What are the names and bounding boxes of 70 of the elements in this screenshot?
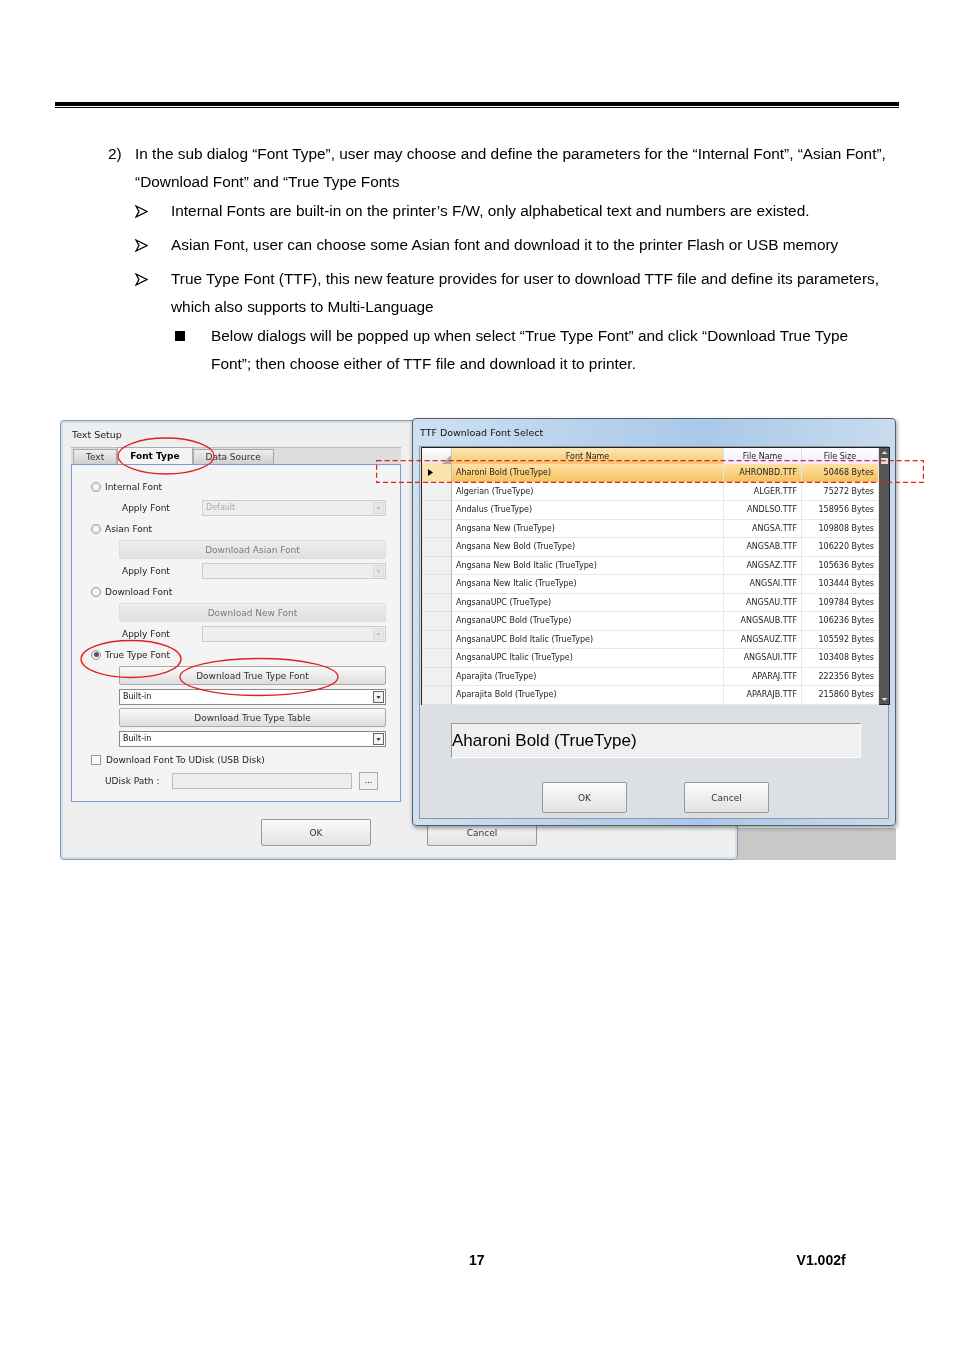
radio-label: True Type Font: [105, 649, 171, 660]
table-cell: AngsanaUPC Italic (TrueType): [452, 649, 724, 668]
dialog-button[interactable]: OK: [261, 819, 371, 846]
table-cell: 106236 Bytes: [802, 612, 879, 631]
bullet-text: True Type Font (TTF), this new feature provides for user to download TTF file and define its parameters, which also supports to Multi-Language: [171, 269, 880, 317]
row-header[interactable]: [422, 464, 452, 483]
arrow-bullet-icon: [135, 273, 148, 286]
field-label: UDisk Path :: [105, 775, 160, 786]
paragraph: In the sub dialog “Font Type”, user may choose and define the parameters for the “Internal Font”, “Asian Font”, “Download Font” and “True Type Fonts: [135, 144, 887, 192]
column-header[interactable]: File Size: [802, 448, 879, 464]
scroll-down-icon[interactable]: [880, 698, 888, 702]
table-cell: 106220 Bytes: [802, 538, 879, 557]
radio-label: Asian Font: [105, 523, 153, 534]
page-number: 17: [469, 1252, 485, 1268]
column-header[interactable]: Font Name: [452, 448, 724, 464]
column-header[interactable]: File Name: [724, 448, 802, 464]
download-button[interactable]: Download True Type Table: [119, 708, 386, 727]
table-cell: Angsana New Italic (TrueType): [452, 575, 724, 594]
dialog-button[interactable]: OK: [542, 782, 627, 813]
corner-triangle-icon: [442, 455, 451, 464]
bullet-text: Below dialogs will be popped up when select “True Type Font” and click “Download True Type Font”; then choose either of TTF file and download it to printer.: [211, 326, 850, 374]
arrow-bullet-icon: [135, 239, 148, 252]
table-cell: ANGSAB.TTF: [724, 538, 802, 557]
table-cell: ANDLSO.TTF: [724, 501, 802, 520]
table-cell: Aharoni Bold (TrueType): [452, 464, 724, 483]
radio-label: Internal Font: [105, 481, 163, 492]
table-cell: 158956 Bytes: [802, 501, 879, 520]
square-bullet-icon: [175, 331, 185, 341]
table-cell: Aparajita Bold (TrueType): [452, 686, 724, 705]
table-cell: 50468 Bytes: [802, 464, 879, 483]
table-cell: AngsanaUPC Bold (TrueType): [452, 612, 724, 631]
bullet-text: Internal Fonts are built-in on the printer’s F/W, only alphabetical text and numbers are existed.: [171, 201, 811, 221]
radio-label: Download Font: [105, 586, 173, 597]
selected-font-field[interactable]: Aharoni Bold (TrueType): [451, 723, 861, 758]
tab[interactable]: Text: [73, 449, 118, 464]
tab[interactable]: Font Type: [117, 447, 193, 464]
table-cell: 215860 Bytes: [802, 686, 879, 705]
current-row-icon: [428, 469, 433, 477]
table-cell: AHRONBD.TTF: [724, 464, 802, 483]
arrow-bullet-icon: [135, 205, 148, 218]
field-label: Apply Font: [122, 628, 170, 639]
window-title: TTF Download Font Select: [419, 426, 545, 440]
path-field[interactable]: [172, 772, 352, 789]
table-cell: Angsana New Bold (TrueType): [452, 538, 724, 557]
table-cell: APARAJB.TTF: [724, 686, 802, 705]
dialog-button[interactable]: Cancel: [684, 782, 769, 813]
bullet-text: Asian Font, user can choose some Asian font and download it to the printer Flash or USB memory: [171, 235, 840, 255]
table-cell: 103444 Bytes: [802, 575, 879, 594]
field-label: Apply Font: [122, 502, 170, 513]
window-title: Text Setup: [71, 427, 122, 442]
radio-button[interactable]: [91, 523, 101, 534]
radio-button[interactable]: [91, 649, 101, 660]
field-label: Apply Font: [122, 565, 170, 576]
radio-button[interactable]: [91, 586, 101, 597]
table-cell: ANGSAUI.TTF: [724, 649, 802, 668]
browse-button[interactable]: ...: [359, 771, 378, 790]
table-cell: ANGSAI.TTF: [724, 575, 802, 594]
version-label: V1.002f: [796, 1252, 846, 1268]
list-number: 2): [108, 144, 123, 164]
checkbox-label: Download Font To UDisk (USB Disk): [106, 754, 265, 765]
scroll-up-icon[interactable]: [880, 450, 888, 464]
table-cell: 103408 Bytes: [802, 649, 879, 668]
download-button[interactable]: Download True Type Font: [119, 666, 386, 685]
checkbox[interactable]: [91, 754, 101, 765]
table-cell: Andalus (TrueType): [452, 501, 724, 520]
font-dropdown[interactable]: Built-in: [119, 688, 386, 705]
font-dropdown[interactable]: Built-in: [119, 730, 386, 747]
table-cell: ANGSAUB.TTF: [724, 612, 802, 631]
scrollbar[interactable]: [879, 448, 889, 704]
radio-button[interactable]: [91, 481, 101, 492]
